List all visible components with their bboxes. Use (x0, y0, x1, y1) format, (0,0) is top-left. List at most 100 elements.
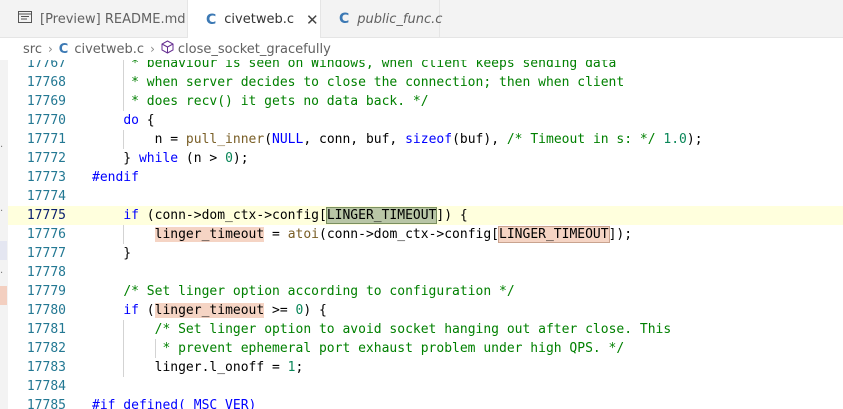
code-line[interactable]: 17772 } while (n > 0); (8, 149, 843, 168)
code-text: if (conn->dom_ctx->config[LINGER_TIMEOUT… (92, 206, 468, 225)
code-line[interactable]: 17774 (8, 187, 843, 206)
code-line[interactable]: 17780 if (linger_timeout >= 0) { (8, 301, 843, 320)
code-token: ; (295, 360, 304, 375)
code-token: ); (686, 132, 703, 147)
breadcrumb: src › C civetweb.c › close_socket_gracef… (0, 38, 843, 60)
line-number: 17780 (26, 303, 66, 318)
code-token: (n > (178, 151, 226, 166)
code-line[interactable]: 17782 * prevent ephemeral port exhaust p… (8, 339, 843, 358)
tab-label: public_func.c (357, 11, 443, 27)
code-token: NULL (272, 132, 304, 147)
line-number: 17767 (26, 60, 66, 71)
line-number: 17785 (26, 398, 66, 409)
code-token: LINGER_TIMEOUT (498, 226, 610, 243)
code-line[interactable]: 17783 linger.l_onoff = 1; (8, 358, 843, 377)
code-line[interactable]: 17776 linger_timeout = atoi(conn->dom_ct… (8, 225, 843, 244)
code-token: linger_timeout (154, 303, 265, 318)
code-token: >= (264, 303, 296, 318)
code-token: (conn->dom_ctx->config[ (319, 227, 500, 242)
line-number: 17777 (26, 246, 66, 261)
line-number: 17781 (26, 322, 66, 337)
code-line[interactable]: 17779 /* Set linger option according to … (8, 282, 843, 301)
code-line[interactable]: 17777 } (8, 244, 843, 263)
code-text: * prevent ephemeral port exhaust problem… (92, 339, 624, 358)
ellipsis-icon: · (0, 206, 4, 217)
code-token: * when server decides to close the conne… (92, 75, 625, 90)
code-text: } (92, 244, 131, 263)
selection-marker (0, 241, 7, 260)
tab-readme-preview[interactable]: [Preview] README.md (0, 0, 188, 38)
chevron-right-icon: › (150, 42, 155, 56)
code-token: #if defined(_MSC_VER) (92, 398, 257, 409)
code-text: if (linger_timeout >= 0) { (92, 301, 327, 320)
line-number: 17784 (26, 379, 66, 394)
breadcrumb-folder[interactable]: src (23, 42, 42, 57)
code-line[interactable]: 17768 * when server decides to close the… (8, 73, 843, 92)
code-token: * does recv() it gets no data back. */ (92, 94, 429, 109)
code-line[interactable]: 17770 do { (8, 111, 843, 130)
code-token: pull_inner (185, 132, 265, 147)
code-text: #if defined(_MSC_VER) (92, 396, 256, 409)
tab-public-func-c[interactable]: C public_func.c (321, 0, 443, 38)
line-number: 17771 (26, 132, 66, 147)
tab-bar: [Preview] README.md C civetweb.c ✕ C pub… (0, 0, 843, 39)
code-line[interactable]: 17775 if (conn->dom_ctx->config[LINGER_T… (8, 206, 843, 225)
code-token: } (92, 246, 132, 261)
code-line[interactable]: 17771 n = pull_inner(NULL, conn, buf, si… (8, 130, 843, 149)
code-token: ]); (608, 227, 633, 242)
code-token: /* Timeout in s: */ (506, 132, 656, 147)
code-token: LINGER_TIMEOUT (325, 207, 438, 224)
code-text: * when server decides to close the conne… (92, 73, 624, 92)
close-icon[interactable]: ✕ (306, 11, 319, 29)
code-line[interactable]: 17785 #if defined(_MSC_VER) (8, 396, 843, 409)
preview-icon (18, 11, 32, 27)
symbol-method-icon (161, 40, 174, 58)
code-line[interactable]: 17773 #endif (8, 168, 843, 187)
code-token: ]) { (436, 208, 468, 223)
code-token: /* Set linger option to avoid socket han… (154, 322, 672, 337)
code-token: sizeof (405, 132, 453, 147)
code-token: ( (138, 303, 155, 318)
code-text: * behaviour is seen on Windows, when cli… (92, 60, 616, 73)
code-token: * behaviour is seen on Windows, when cli… (92, 60, 617, 71)
line-number: 17783 (26, 360, 66, 375)
code-token: linger_timeout (154, 227, 265, 242)
tab-civetweb-c[interactable]: C civetweb.c ✕ (188, 0, 321, 39)
code-text: * does recv() it gets no data back. */ (92, 92, 429, 111)
line-number: 17773 (26, 170, 66, 185)
code-line[interactable]: 17767 * behaviour is seen on Windows, wh… (8, 60, 843, 73)
code-line[interactable]: 17781 /* Set linger option to avoid sock… (8, 320, 843, 339)
code-token: , conn, buf, (303, 132, 406, 147)
code-token: ) { (303, 303, 327, 318)
code-text: linger_timeout = atoi(conn->dom_ctx->con… (92, 225, 632, 244)
code-line[interactable]: 17778 (8, 263, 843, 282)
code-text: #endif (92, 168, 139, 187)
code-text: /* Set linger option to avoid socket han… (92, 320, 672, 339)
tab-label: civetweb.c (224, 12, 294, 27)
code-line[interactable]: 17769 * does recv() it gets no data back… (8, 92, 843, 111)
line-number: 17774 (26, 189, 66, 204)
line-number: 17776 (26, 227, 66, 242)
code-editor[interactable]: 17767 * behaviour is seen on Windows, wh… (8, 60, 843, 409)
code-token: (buf), (452, 132, 507, 147)
code-token: (conn->dom_ctx->config[ (138, 208, 327, 223)
code-token: ( (264, 132, 273, 147)
code-token: 1 (287, 360, 296, 375)
code-text: do { (92, 111, 154, 130)
line-number: 17782 (26, 341, 66, 356)
code-line[interactable]: 17784 (8, 377, 843, 396)
c-file-icon: C (58, 41, 69, 57)
line-number: 17779 (26, 284, 66, 299)
code-text: } while (n > 0); (92, 149, 249, 168)
code-text: n = pull_inner(NULL, conn, buf, sizeof(b… (92, 130, 703, 149)
breadcrumb-file[interactable]: civetweb.c (74, 42, 144, 57)
highlight-marker (0, 286, 7, 305)
line-number: 17778 (26, 265, 66, 280)
code-token: ); (232, 151, 249, 166)
code-token: /* Set linger option according to config… (123, 284, 515, 299)
left-panel-edge: · · · (0, 60, 8, 409)
breadcrumb-symbol[interactable]: close_socket_gracefully (178, 42, 331, 57)
line-number: 17775 (26, 208, 66, 223)
